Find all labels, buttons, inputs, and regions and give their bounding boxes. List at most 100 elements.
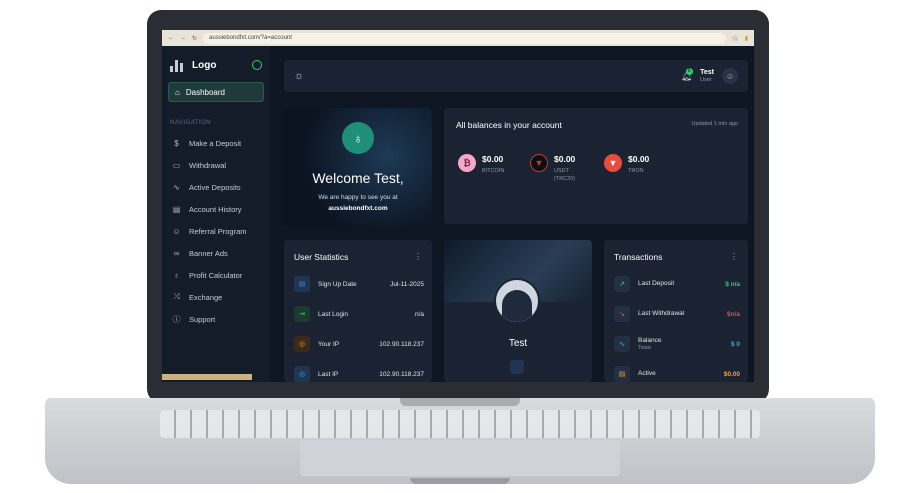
- reload-icon[interactable]: ↻: [192, 35, 197, 42]
- login-icon: ⇥: [294, 306, 310, 322]
- coin-usdt: ▼ $0.00 USDT (TRC20): [530, 154, 575, 184]
- sidebar-item-label: Referral Program: [189, 226, 247, 236]
- transactions-title: Transactions: [614, 252, 663, 262]
- dollar-icon: $: [174, 138, 179, 148]
- logo-text: Logo: [192, 59, 217, 71]
- transaction-row: ▤ Active $0.00: [614, 364, 740, 382]
- transaction-label-block: Balance Totals: [638, 337, 662, 351]
- transaction-label: Active: [638, 370, 656, 378]
- shuffle-icon: ⤨: [173, 292, 180, 301]
- user-name: Test: [700, 68, 714, 76]
- sidebar-item-label: Withdrawal: [189, 160, 227, 170]
- logo-bars-icon: [170, 58, 184, 72]
- bookmark-star-icon[interactable]: ☆: [732, 34, 739, 43]
- bell-icon[interactable]: 🔔︎ 0: [681, 67, 693, 82]
- wallet-icon: ▭: [172, 160, 181, 170]
- sidebar-item-label: Banner Ads: [189, 248, 228, 258]
- stat-label: Your IP: [318, 340, 340, 348]
- transaction-label-block: Last Deposit: [638, 280, 674, 288]
- profile-card: Test: [444, 240, 592, 382]
- stat-value: n/a: [414, 310, 424, 318]
- profile-name: Test: [508, 338, 528, 349]
- sidebar-item-dashboard[interactable]: ⌂ Dashboard: [168, 82, 264, 102]
- back-icon[interactable]: ←: [168, 35, 174, 41]
- transactions-card: Transactions ⋮ ↗ Last Deposit $ n/a ↘ Last …: [604, 240, 748, 382]
- sidebar-item-label: Exchange: [189, 292, 223, 302]
- balances-updated: Updated 1 min ago: [691, 121, 738, 127]
- user-role: User: [700, 76, 712, 83]
- stats-title: User Statistics: [294, 252, 349, 262]
- coin-network: (TRC20): [554, 176, 576, 183]
- transaction-value: $0.00: [723, 370, 740, 378]
- sidebar-logo: Logo: [162, 46, 270, 82]
- more-options-icon[interactable]: ⋮: [414, 252, 422, 261]
- profile-action-icon[interactable]: [510, 360, 524, 374]
- sidebar-item-label: Active Deposits: [189, 182, 241, 192]
- more-options-icon[interactable]: ⋮: [730, 252, 738, 261]
- sidebar-item-referral-program[interactable]: ☺ Referral Program: [162, 220, 270, 242]
- transaction-row: ↘ Last Withdrawal $n/a: [614, 304, 740, 324]
- calendar-icon: ▤: [294, 276, 310, 292]
- transaction-value: $n/a: [726, 310, 740, 318]
- main-content: ☼ 🔔︎ 0 Test User ☺ ♁ Welcome Test, We are…: [270, 46, 754, 382]
- sidebar-item-exchange[interactable]: ⤨ Exchange: [162, 286, 270, 308]
- balances-title: All balances in your account: [456, 120, 562, 130]
- sidebar-item-support[interactable]: ⓘ Support: [162, 308, 270, 330]
- extension-icon[interactable]: ▮: [745, 35, 748, 42]
- address-bar[interactable]: aussiebondfxt.com/?a=account: [203, 32, 726, 44]
- calendar-icon: ▤: [172, 204, 181, 214]
- welcome-title: Welcome Test,: [312, 170, 404, 186]
- stat-row: ◎ Last IP 102.90.118.237: [294, 364, 424, 382]
- laptop-trackpad: [300, 440, 620, 476]
- notification-badge: 0: [685, 67, 693, 75]
- calendar-icon: ▤: [614, 366, 630, 382]
- coin-amount: $0.00: [628, 154, 650, 164]
- sidebar-item-label: Account History: [189, 204, 242, 214]
- sidebar-item-make-deposit[interactable]: $ Make a Deposit: [162, 132, 270, 154]
- sidebar-item-label: Dashboard: [185, 87, 225, 97]
- stat-value: 102.90.118.237: [379, 340, 424, 348]
- welcome-subtitle: We are happy to see you at: [318, 194, 398, 201]
- top-bar: ☼ 🔔︎ 0 Test User ☺: [284, 60, 748, 92]
- address-bar-text: aussiebondfxt.com/?a=account: [209, 35, 292, 41]
- coin-name: USDT: [554, 168, 569, 174]
- sidebar-item-active-deposits[interactable]: ∿ Active Deposits: [162, 176, 270, 198]
- coin-bitcoin: ₿ $0.00 BITCOIN: [458, 154, 504, 175]
- coin-name-block: USDT (TRC20): [554, 167, 575, 184]
- activity-icon: ∿: [614, 336, 630, 352]
- sidebar-item-account-history[interactable]: ▤ Account History: [162, 198, 270, 220]
- stat-row: ⇥ Last Login n/a: [294, 304, 424, 324]
- theme-toggle-sun-icon[interactable]: ☼: [294, 70, 304, 82]
- sidebar-toggle-icon[interactable]: [252, 60, 262, 70]
- sidebar-item-banner-ads[interactable]: ∞ Banner Ads: [162, 242, 270, 264]
- transaction-value: $ n/a: [725, 280, 740, 288]
- coin-amount: $0.00: [482, 154, 504, 164]
- coin-name: BITCOIN: [482, 168, 505, 174]
- sidebar-item-profit-calculator[interactable]: ♁ Profit Calculator: [162, 264, 270, 286]
- trend-down-icon: ↘: [614, 306, 630, 322]
- stat-label: Sign Up Date: [318, 280, 357, 288]
- forward-icon[interactable]: →: [180, 35, 186, 41]
- sidebar-item-label: Make a Deposit: [189, 138, 242, 148]
- stat-value: 102.90.118.237: [379, 370, 424, 378]
- laptop-hinge: [400, 398, 520, 406]
- bitcoin-icon: ₿: [458, 154, 476, 172]
- coin-name: TRON: [628, 168, 644, 174]
- stat-value: Jul-11-2025: [390, 280, 424, 288]
- sidebar-item-label: Support: [189, 314, 216, 324]
- user-avatar-icon[interactable]: ☺: [722, 68, 738, 84]
- stat-label: Last Login: [318, 310, 348, 318]
- transaction-value: $ 0: [730, 340, 740, 348]
- globe-icon: ◎: [294, 336, 310, 352]
- transaction-label: Balance: [638, 337, 662, 345]
- nav-section-title: NAVIGATION: [170, 120, 212, 126]
- user-menu[interactable]: 🔔︎ 0 Test User ☺: [681, 67, 738, 84]
- transaction-sublabel: Totals: [638, 344, 652, 351]
- user-name-block: Test User: [700, 69, 714, 84]
- award-badge-icon: ♁: [342, 122, 374, 154]
- sidebar-item-label: Profit Calculator: [189, 270, 243, 280]
- sidebar-item-withdrawal[interactable]: ▭ Withdrawal: [162, 154, 270, 176]
- browser-toolbar: ← → ↻ aussiebondfxt.com/?a=account ☆ ▮: [162, 30, 754, 46]
- transaction-row: ∿ Balance Totals $ 0: [614, 334, 740, 354]
- info-icon: ⓘ: [172, 314, 181, 324]
